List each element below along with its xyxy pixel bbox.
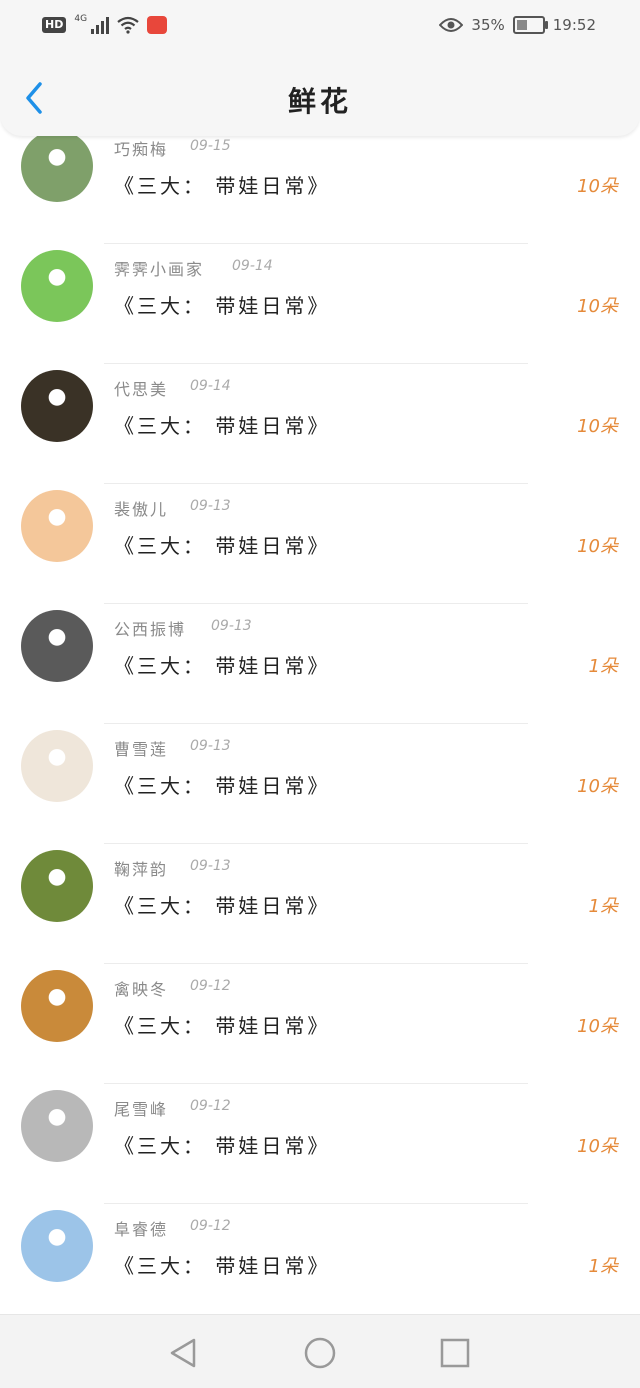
recents-square-icon [440, 1338, 470, 1368]
book-title: 《三大： 带娃日常》 [114, 1014, 331, 1038]
sender-name: 巧痴梅 [114, 140, 169, 159]
send-date: 09-13 [190, 738, 231, 754]
wifi-icon [117, 16, 139, 34]
back-triangle-icon [170, 1338, 196, 1368]
sender-name: 阜睿德 [114, 1220, 169, 1239]
avatar[interactable] [21, 130, 93, 202]
send-date: 09-13 [190, 858, 231, 874]
avatar[interactable] [21, 370, 93, 442]
avatar[interactable] [21, 1210, 93, 1282]
flower-count: 10朵 [577, 416, 618, 437]
avatar[interactable] [21, 610, 93, 682]
status-bar: HD 4G 35% 19:52 [0, 0, 640, 56]
nav-home-button[interactable] [302, 1335, 338, 1371]
battery-percent: 35% [471, 16, 505, 34]
gift-list: 巧痴梅 09-15 《三大： 带娃日常》 10朵 霁霁小画家 09-14 《三大： 带娃日常… [0, 128, 640, 1314]
system-nav-bar [0, 1314, 640, 1388]
list-item[interactable]: 曹雪莲 09-13 《三大： 带娃日常》 10朵 [0, 724, 640, 844]
network-type: 4G [74, 14, 88, 24]
list-item[interactable]: 禽映冬 09-12 《三大： 带娃日常》 10朵 [0, 964, 640, 1084]
flower-count: 1朵 [588, 1256, 618, 1277]
sender-name: 公西振博 [114, 620, 187, 639]
hd-badge: HD [42, 17, 67, 33]
avatar[interactable] [21, 850, 93, 922]
book-title: 《三大： 带娃日常》 [114, 534, 331, 558]
book-title: 《三大： 带娃日常》 [114, 894, 331, 918]
book-title: 《三大： 带娃日常》 [114, 414, 331, 438]
avatar[interactable] [21, 490, 93, 562]
send-date: 09-12 [190, 1218, 231, 1234]
send-date: 09-15 [190, 138, 231, 154]
home-circle-icon [304, 1337, 336, 1369]
list-item[interactable]: 霁霁小画家 09-14 《三大： 带娃日常》 10朵 [0, 244, 640, 364]
send-date: 09-14 [232, 258, 273, 274]
clock: 19:52 [552, 16, 596, 34]
sender-name: 曹雪莲 [114, 740, 169, 759]
flower-count: 10朵 [577, 1016, 618, 1037]
app-header: 鲜花 [0, 56, 640, 136]
list-item[interactable]: 鞠萍韵 09-13 《三大： 带娃日常》 1朵 [0, 844, 640, 964]
list-item[interactable]: 公西振博 09-13 《三大： 带娃日常》 1朵 [0, 604, 640, 724]
sender-name: 代思美 [114, 380, 169, 399]
flower-count: 1朵 [588, 896, 618, 917]
eye-icon [439, 18, 464, 32]
app-badge-icon [147, 16, 168, 34]
book-title: 《三大： 带娃日常》 [114, 1254, 331, 1278]
book-title: 《三大： 带娃日常》 [114, 654, 331, 678]
nav-back-button[interactable] [166, 1335, 202, 1371]
sender-name: 尾雪峰 [114, 1100, 169, 1119]
flower-count: 10朵 [577, 536, 618, 557]
avatar[interactable] [21, 250, 93, 322]
sender-name: 霁霁小画家 [114, 260, 205, 279]
avatar[interactable] [21, 730, 93, 802]
avatar[interactable] [21, 970, 93, 1042]
book-title: 《三大： 带娃日常》 [114, 174, 331, 198]
signal-icon [91, 16, 110, 34]
send-date: 09-12 [190, 978, 231, 994]
avatar[interactable] [21, 1090, 93, 1162]
sender-name: 鞠萍韵 [114, 860, 169, 879]
send-date: 09-13 [211, 618, 252, 634]
flower-count: 10朵 [577, 1136, 618, 1157]
battery-icon [512, 16, 548, 34]
list-item[interactable]: 代思美 09-14 《三大： 带娃日常》 10朵 [0, 364, 640, 484]
send-date: 09-14 [190, 378, 231, 394]
flower-count: 10朵 [577, 296, 618, 317]
nav-recents-button[interactable] [437, 1335, 473, 1371]
list-item[interactable]: 裴傲儿 09-13 《三大： 带娃日常》 10朵 [0, 484, 640, 604]
list-item[interactable]: 巧痴梅 09-15 《三大： 带娃日常》 10朵 [0, 128, 640, 244]
flower-count: 10朵 [577, 776, 618, 797]
list-item[interactable]: 阜睿德 09-12 《三大： 带娃日常》 1朵 [0, 1204, 640, 1314]
book-title: 《三大： 带娃日常》 [114, 1134, 331, 1158]
flower-count: 10朵 [577, 176, 618, 197]
book-title: 《三大： 带娃日常》 [114, 774, 331, 798]
list-item[interactable]: 尾雪峰 09-12 《三大： 带娃日常》 10朵 [0, 1084, 640, 1204]
send-date: 09-12 [190, 1098, 231, 1114]
page-title: 鲜花 [287, 85, 352, 118]
sender-name: 禽映冬 [114, 980, 169, 999]
sender-name: 裴傲儿 [114, 500, 169, 519]
book-title: 《三大： 带娃日常》 [114, 294, 331, 318]
flower-count: 1朵 [588, 656, 618, 677]
send-date: 09-13 [190, 498, 231, 514]
